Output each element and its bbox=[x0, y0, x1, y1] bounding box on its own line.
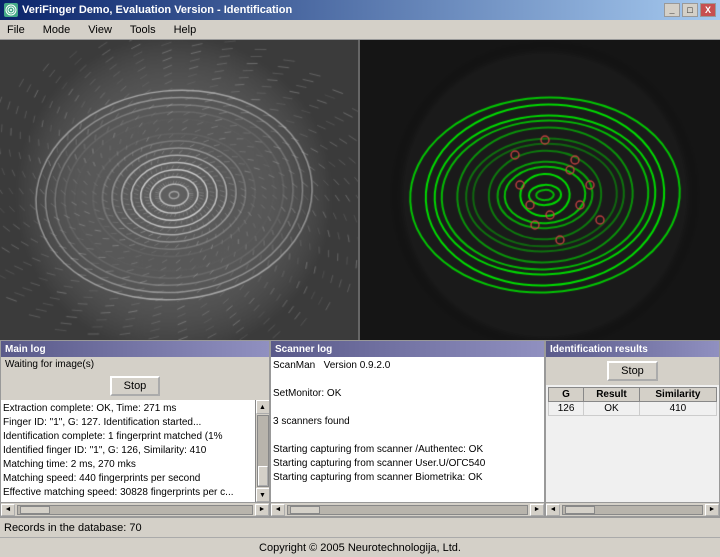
scanner-h-scroll-right[interactable]: ► bbox=[530, 504, 544, 516]
window-title: VeriFinger Demo, Evaluation Version - Id… bbox=[22, 4, 292, 16]
scroll-down-arrow[interactable]: ▼ bbox=[256, 488, 270, 502]
status-text: Records in the database: 70 bbox=[4, 522, 142, 534]
id-h-scroll-track[interactable] bbox=[562, 505, 703, 515]
main-log-title: Main log bbox=[1, 341, 269, 357]
main-log-hscrollbar[interactable]: ◄ ► bbox=[1, 502, 269, 516]
scanner-log-body: ScanMan Version 0.9.2.0 SetMonitor: OK 3… bbox=[271, 357, 544, 502]
menu-tools[interactable]: Tools bbox=[127, 23, 159, 37]
col-header-similarity: Similarity bbox=[639, 388, 716, 402]
main-log-scrollbar[interactable]: ▲ ▼ bbox=[255, 400, 269, 502]
app-icon bbox=[4, 3, 18, 17]
cell-similarity: 410 bbox=[639, 402, 716, 416]
table-row: 126OK410 bbox=[549, 402, 717, 416]
maximize-button[interactable]: □ bbox=[682, 3, 698, 17]
waiting-text: Waiting for image(s) bbox=[1, 357, 269, 372]
cell-result: OK bbox=[584, 402, 640, 416]
col-header-g: G bbox=[549, 388, 584, 402]
scanner-log-text: ScanMan Version 0.9.2.0 SetMonitor: OK 3… bbox=[273, 359, 542, 485]
identification-stop-button[interactable]: Stop bbox=[607, 361, 658, 381]
id-h-scroll-thumb[interactable] bbox=[565, 506, 595, 514]
scanner-log-title: Scanner log bbox=[271, 341, 544, 357]
col-header-result: Result bbox=[584, 388, 640, 402]
menu-bar: File Mode View Tools Help bbox=[0, 20, 720, 40]
window-controls: _ □ X bbox=[664, 3, 716, 17]
main-log-panel: Main log Waiting for image(s) Stop Extra… bbox=[0, 340, 270, 517]
fingerprint-grayscale-panel bbox=[0, 40, 360, 340]
scanner-log-panel: Scanner log ScanMan Version 0.9.2.0 SetM… bbox=[270, 340, 545, 517]
h-scroll-left[interactable]: ◄ bbox=[1, 504, 15, 516]
main-log-body: Extraction complete: OK, Time: 271 ms Fi… bbox=[1, 400, 255, 502]
scanner-h-scroll-track[interactable] bbox=[287, 505, 528, 515]
identification-body: G Result Similarity 126OK410 bbox=[546, 385, 719, 502]
cell-g: 126 bbox=[549, 402, 584, 416]
fingerprint-green-panel bbox=[360, 40, 720, 340]
scanner-log-hscrollbar[interactable]: ◄ ► bbox=[271, 502, 544, 516]
h-scroll-thumb[interactable] bbox=[20, 506, 50, 514]
scroll-thumb[interactable] bbox=[258, 466, 268, 486]
image-panels bbox=[0, 40, 720, 340]
id-h-scroll-right[interactable]: ► bbox=[705, 504, 719, 516]
minimize-button[interactable]: _ bbox=[664, 3, 680, 17]
fingerprint-green-canvas bbox=[360, 40, 720, 340]
bottom-panels: Main log Waiting for image(s) Stop Extra… bbox=[0, 340, 720, 517]
copyright-text: Copyright © 2005 Neurotechnologija, Ltd. bbox=[259, 542, 461, 554]
h-scroll-right[interactable]: ► bbox=[255, 504, 269, 516]
menu-mode[interactable]: Mode bbox=[40, 23, 74, 37]
identification-panel: Identification results Stop G Result Sim… bbox=[545, 340, 720, 517]
identification-title: Identification results bbox=[546, 341, 719, 357]
scroll-up-arrow[interactable]: ▲ bbox=[256, 400, 270, 414]
status-bar: Records in the database: 70 bbox=[0, 517, 720, 537]
id-h-scroll-left[interactable]: ◄ bbox=[546, 504, 560, 516]
main-log-text: Extraction complete: OK, Time: 271 ms Fi… bbox=[3, 402, 253, 500]
scanner-h-scroll-thumb[interactable] bbox=[290, 506, 320, 514]
h-scroll-track[interactable] bbox=[17, 505, 253, 515]
identification-table: G Result Similarity 126OK410 bbox=[548, 387, 717, 416]
copyright-bar: Copyright © 2005 Neurotechnologija, Ltd. bbox=[0, 537, 720, 557]
menu-view[interactable]: View bbox=[85, 23, 115, 37]
title-bar: VeriFinger Demo, Evaluation Version - Id… bbox=[0, 0, 720, 20]
menu-help[interactable]: Help bbox=[171, 23, 200, 37]
scanner-h-scroll-left[interactable]: ◄ bbox=[271, 504, 285, 516]
fingerprint-grayscale-canvas bbox=[0, 40, 358, 340]
menu-file[interactable]: File bbox=[4, 23, 28, 37]
id-hscrollbar[interactable]: ◄ ► bbox=[546, 502, 719, 516]
main-log-stop-button[interactable]: Stop bbox=[110, 376, 161, 396]
scroll-track[interactable] bbox=[257, 415, 269, 487]
close-button[interactable]: X bbox=[700, 3, 716, 17]
